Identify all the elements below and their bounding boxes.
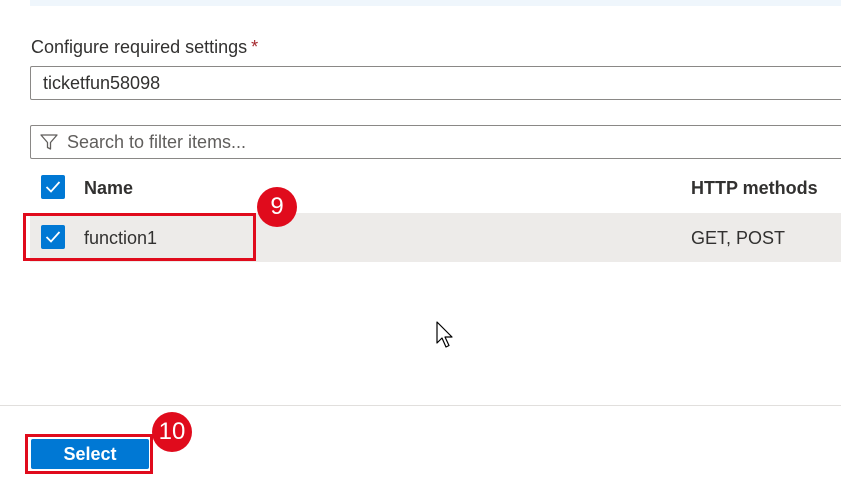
mouse-cursor-icon: [436, 321, 453, 348]
settings-label-text: Configure required settings: [31, 37, 248, 57]
step-10-badge: 10: [152, 412, 192, 452]
info-banner: [30, 0, 841, 6]
http-methods-value: GET, POST: [691, 228, 786, 248]
filter-icon: [40, 134, 58, 150]
step-10-highlight: [25, 434, 153, 474]
step-9-highlight: [23, 213, 256, 261]
footer-divider: [0, 405, 841, 406]
required-marker: *: [251, 37, 259, 57]
search-box[interactable]: [30, 125, 841, 159]
settings-label: Configure required settings *: [31, 37, 258, 58]
step-9-badge: 9: [257, 187, 297, 227]
column-header-http-methods[interactable]: HTTP methods: [691, 178, 818, 199]
table-header: Name HTTP methods: [30, 166, 841, 210]
checkmark-icon: [45, 181, 61, 193]
search-input[interactable]: [67, 126, 841, 158]
app-name-input[interactable]: [30, 66, 841, 100]
select-all-checkbox[interactable]: [41, 175, 65, 199]
column-header-name[interactable]: Name: [84, 178, 133, 199]
